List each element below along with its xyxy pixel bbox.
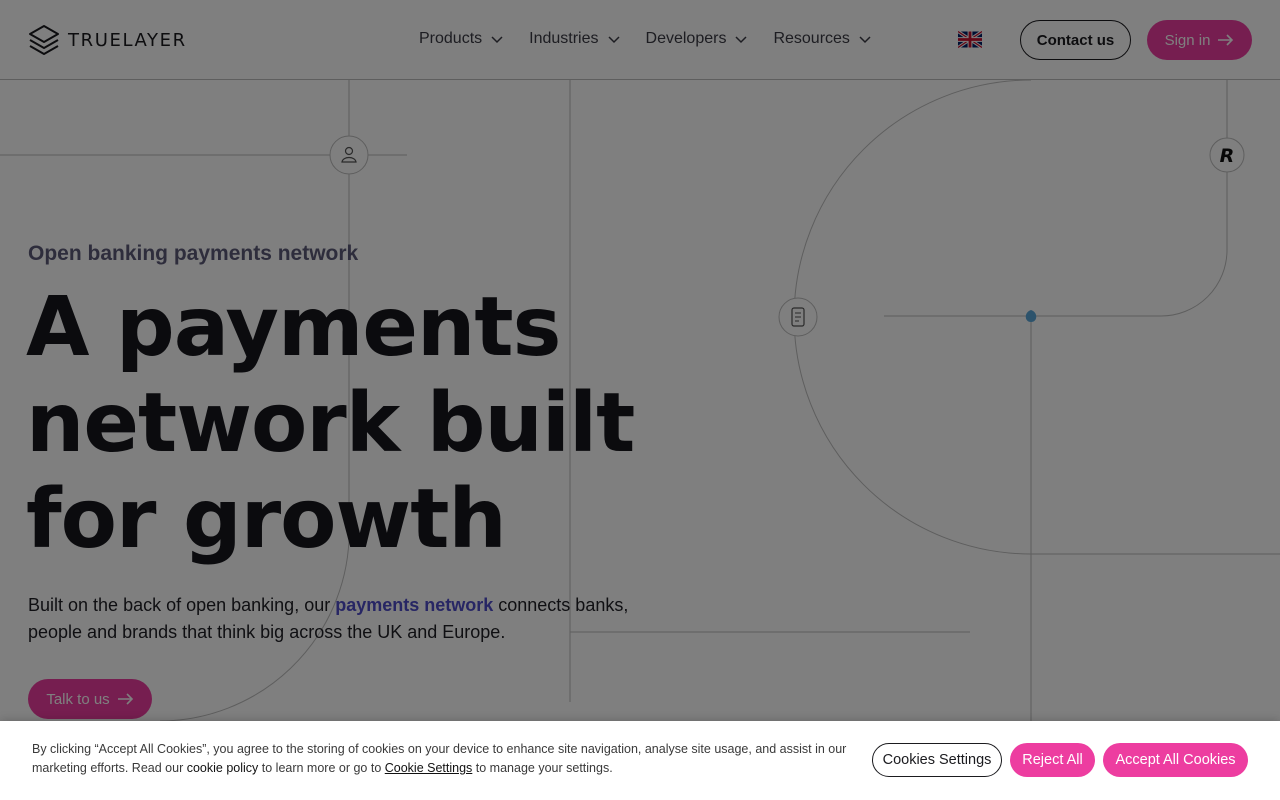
cookie-policy-link[interactable]: cookie policy	[187, 761, 259, 775]
accept-all-cookies-button[interactable]: Accept All Cookies	[1103, 743, 1248, 777]
cookie-text-3: to manage your settings.	[472, 761, 613, 775]
cookies-settings-button[interactable]: Cookies Settings	[872, 743, 1002, 777]
cookie-settings-link[interactable]: Cookie Settings	[385, 761, 473, 775]
page: TRUELAYER Products Industries Developers…	[0, 0, 1280, 800]
reject-all-button[interactable]: Reject All	[1010, 743, 1095, 777]
cookie-message: By clicking “Accept All Cookies”, you ag…	[32, 740, 862, 778]
cookie-text-2: to learn more or go to	[258, 761, 385, 775]
cookie-overlay[interactable]	[0, 0, 1280, 721]
